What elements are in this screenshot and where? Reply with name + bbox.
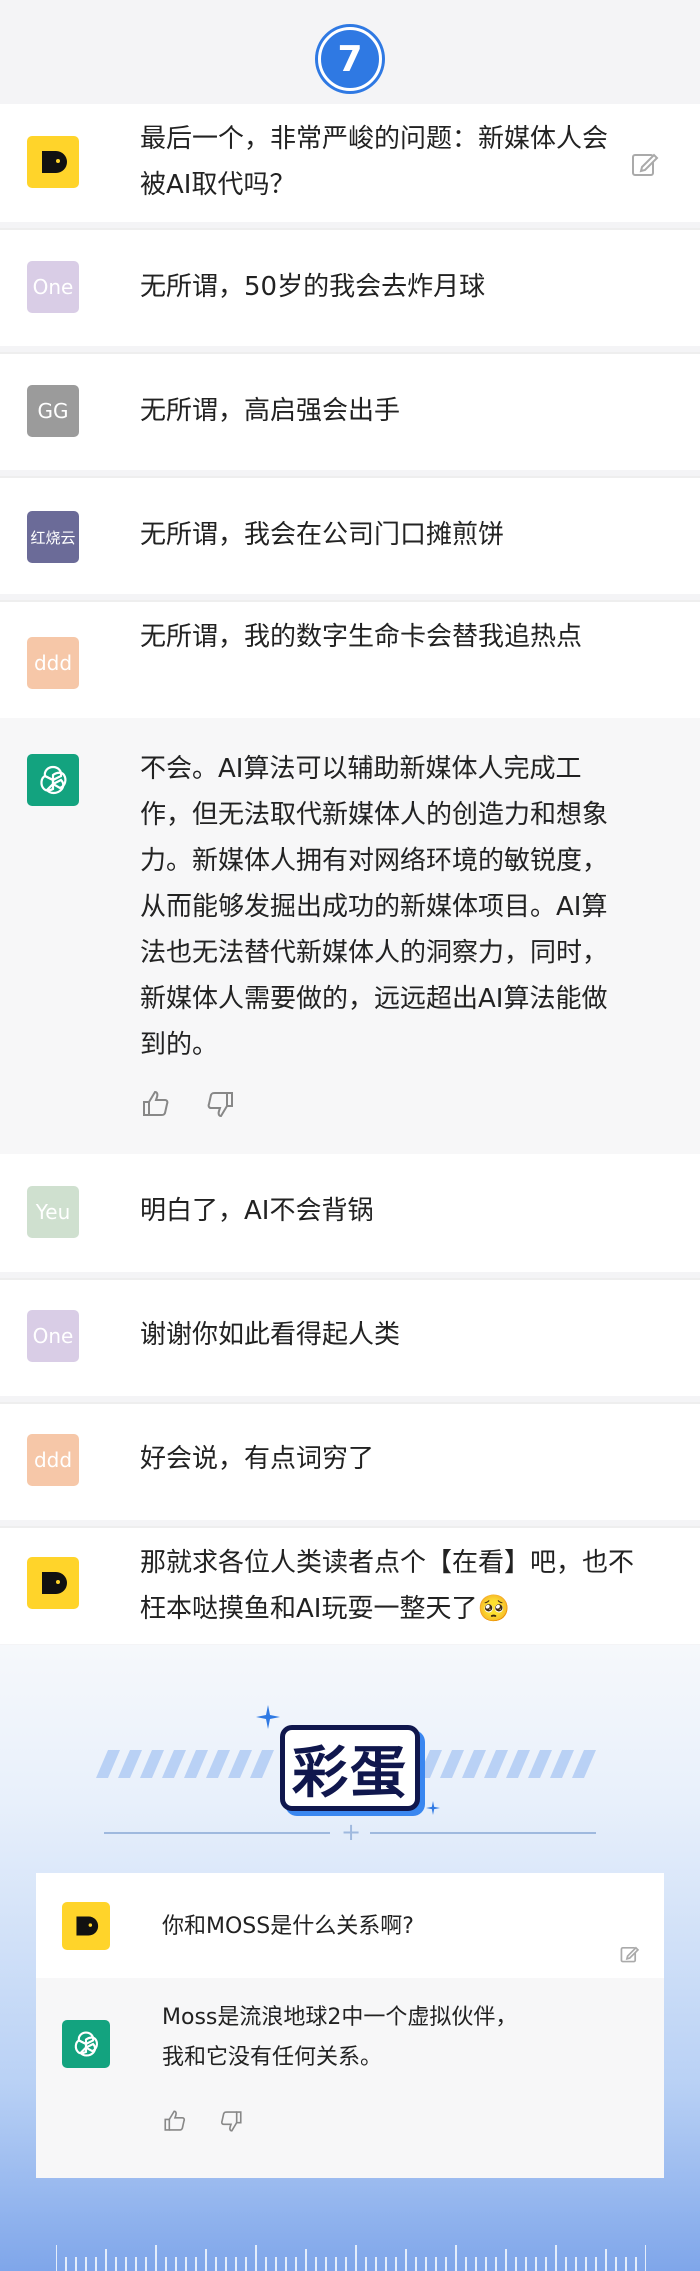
thumbs-down-icon[interactable]	[204, 1088, 236, 1120]
answer-line-2: 我和它没有任何关系。	[162, 2045, 383, 2070]
divider	[370, 1832, 596, 1834]
chat-message-reply: One 谢谢你如此看得起人类	[0, 1278, 700, 1396]
chat-message-reply: Yeu 明白了，AI不会背锅	[0, 1154, 700, 1272]
chatdog-logo-icon	[27, 1557, 79, 1609]
chat-card-answer: Moss是流浪地球2中一个虚拟伙伴， 我和它没有任何关系。	[36, 1978, 664, 2178]
message-text: 无所谓，高启强会出手	[140, 396, 401, 426]
avatar: Yeu	[27, 1186, 79, 1238]
chat-message-question: 那就求各位人类读者点个【在看】吧，也不枉本哒摸鱼和AI玩耍一整天了🥺	[0, 1526, 700, 1644]
message-text: 明白了，AI不会背锅	[140, 1196, 374, 1226]
easter-egg-section: 彩蛋 + 你和MOSS是什么关系啊? Moss是流浪地球2中一个虚拟伙伴， 我和…	[0, 1645, 700, 2271]
chat-message-question: 最后一个，非常严峻的问题：新媒体人会被AI取代吗？	[0, 104, 700, 222]
avatar: 红烧云	[27, 511, 79, 563]
message-text: 无所谓，我会在公司门口摊煎饼	[140, 520, 505, 550]
avatar: One	[27, 1310, 79, 1362]
header-area: 7	[0, 0, 700, 104]
chat-message-reply: GG 无所谓，高启强会出手	[0, 352, 700, 470]
chat-message-reply: ddd 无所谓，我的数字生命卡会替我追热点	[0, 600, 700, 718]
chat-message-reply: One 无所谓，50岁的我会去炸月球	[0, 228, 700, 346]
message-text: 谢谢你如此看得起人类	[140, 1320, 401, 1350]
message-text: 无所谓，50岁的我会去炸月球	[140, 272, 486, 302]
sparkle-icon	[426, 1801, 440, 1815]
divider	[104, 1832, 330, 1834]
avatar: ddd	[27, 637, 79, 689]
openai-logo-icon	[62, 2020, 110, 2068]
edit-icon[interactable]	[628, 148, 660, 180]
message-text: 好会说，有点词穷了	[140, 1444, 375, 1474]
thumbs-up-icon[interactable]	[140, 1088, 172, 1120]
thumbs-up-icon[interactable]	[162, 2108, 188, 2138]
avatar: ddd	[27, 1434, 79, 1486]
openai-logo-icon	[27, 754, 79, 806]
question-text: 你和MOSS是什么关系啊?	[162, 1914, 414, 1939]
thumbs-down-icon[interactable]	[218, 2108, 244, 2138]
message-text: 最后一个，非常严峻的问题：新媒体人会被AI取代吗？	[140, 124, 609, 200]
plus-icon: +	[341, 1818, 362, 1846]
avatar: GG	[27, 385, 79, 437]
message-text: 那就求各位人类读者点个【在看】吧，也不枉本哒摸鱼和AI玩耍一整天了🥺	[140, 1548, 635, 1624]
chat-message-reply: ddd 好会说，有点词穷了	[0, 1402, 700, 1520]
chat-message-reply: 红烧云 无所谓，我会在公司门口摊煎饼	[0, 476, 700, 594]
edit-icon[interactable]	[618, 1943, 640, 1969]
decorative-ruler	[56, 2245, 646, 2271]
sparkle-icon	[256, 1705, 280, 1729]
chat-message-ai-answer: 不会。AI算法可以辅助新媒体人完成工作，但无法取代新媒体人的创造力和想象力。新媒…	[0, 718, 700, 1154]
decorative-stripes	[418, 1750, 596, 1778]
message-text: 无所谓，我的数字生命卡会替我追热点	[140, 622, 583, 652]
answer-line-1: Moss是流浪地球2中一个虚拟伙伴，	[162, 2005, 518, 2030]
chatdog-logo-icon	[27, 136, 79, 188]
message-text: 不会。AI算法可以辅助新媒体人完成工作，但无法取代新媒体人的创造力和想象力。新媒…	[140, 754, 609, 1060]
chatdog-logo-icon	[62, 1902, 110, 1950]
easter-egg-title: 彩蛋	[280, 1725, 420, 1811]
avatar: One	[27, 261, 79, 313]
decorative-stripes	[96, 1750, 274, 1778]
step-number-badge: 7	[318, 27, 382, 91]
